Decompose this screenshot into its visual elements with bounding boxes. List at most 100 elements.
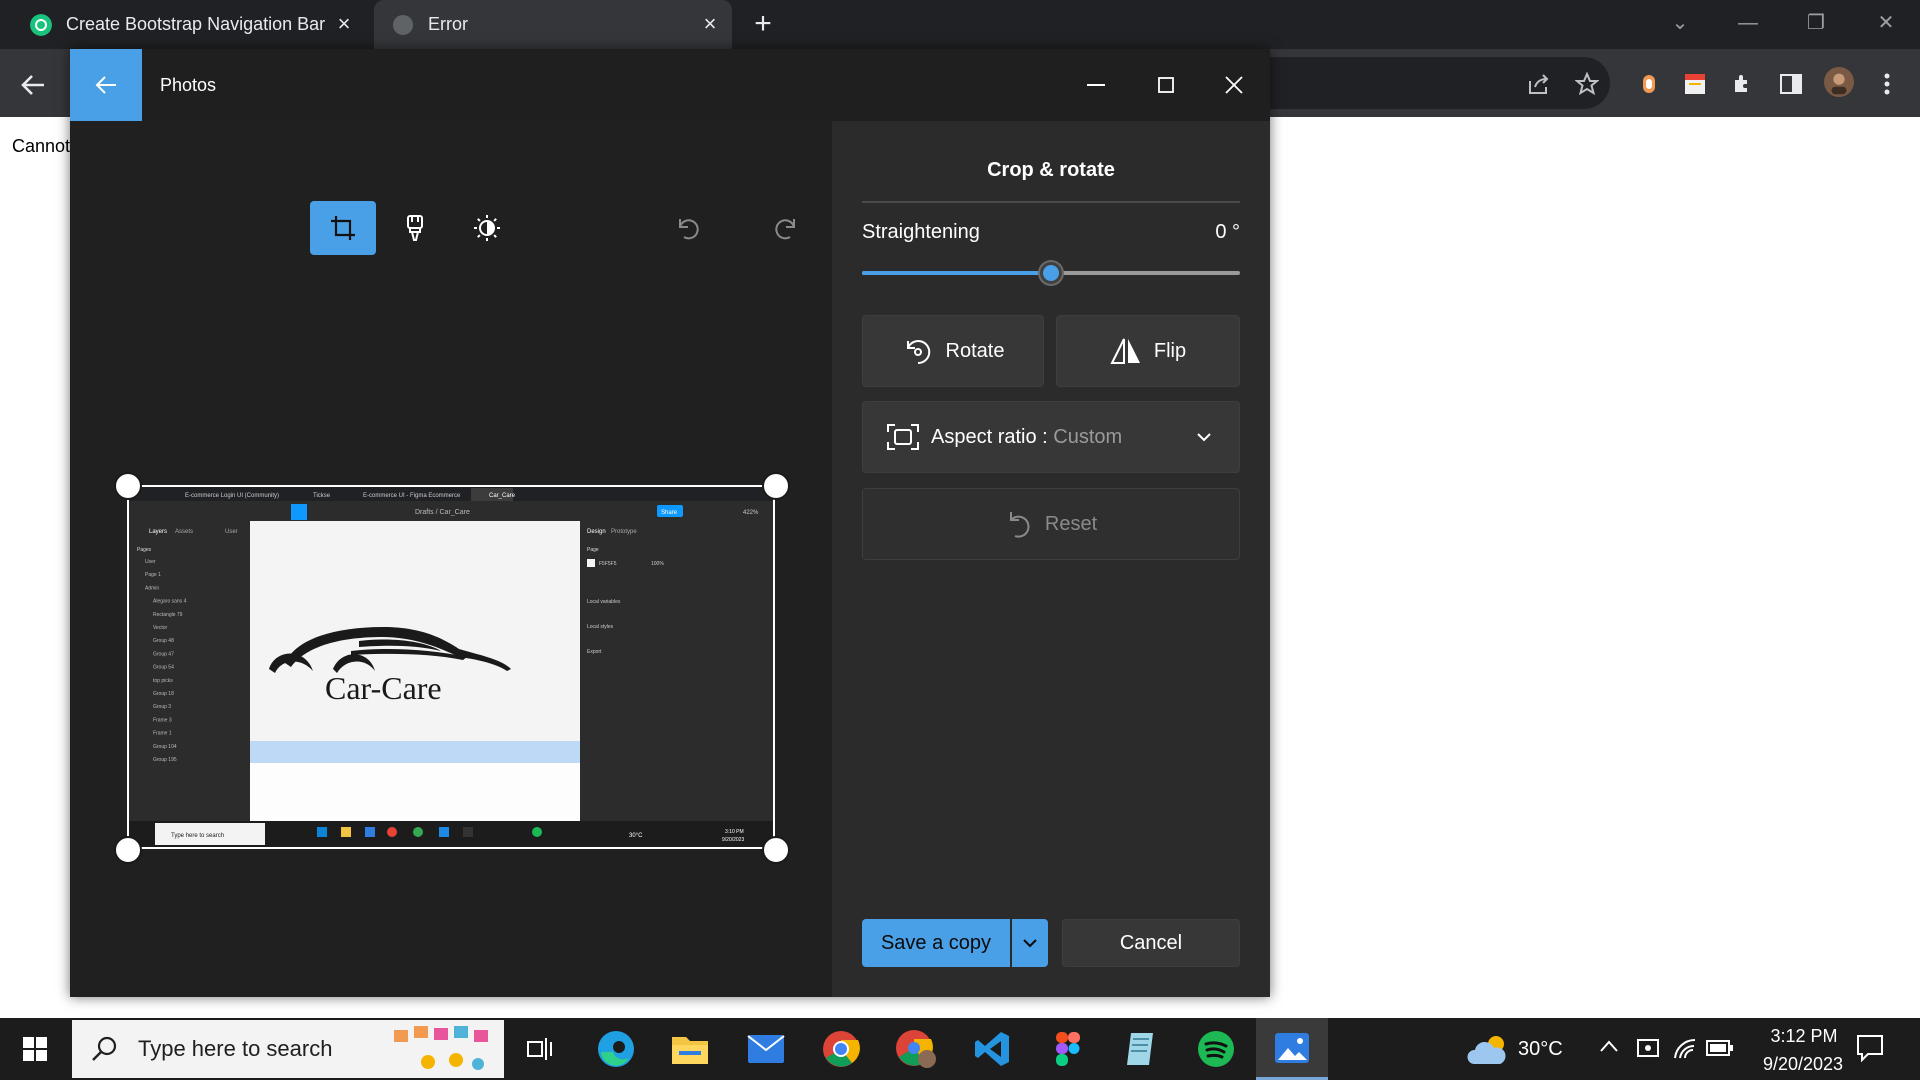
task-view-icon bbox=[527, 1038, 552, 1060]
undo-icon bbox=[679, 219, 699, 240]
close-window-icon[interactable]: ✕ bbox=[1866, 8, 1906, 38]
photos-app-title: Photos bbox=[160, 75, 217, 95]
meet-now-icon[interactable] bbox=[1636, 1036, 1662, 1060]
taskbar-date[interactable]: 9/20/2023 bbox=[1740, 1054, 1866, 1075]
photos-close-icon[interactable] bbox=[1214, 65, 1254, 105]
cancel-button[interactable]: Cancel bbox=[1062, 919, 1240, 967]
tab-search-icon[interactable]: ⌄ bbox=[1660, 8, 1700, 38]
preview-right-item-2: F5F5F5 bbox=[599, 561, 617, 567]
taskbar-mail[interactable] bbox=[730, 1018, 802, 1080]
preview-layer-item: Frame 3 bbox=[153, 717, 172, 723]
crop-handle-bottom-right[interactable] bbox=[762, 836, 790, 864]
rotate-icon bbox=[906, 340, 930, 365]
photos-minimize-icon[interactable] bbox=[1076, 65, 1116, 105]
aspect-ratio-dropdown[interactable]: Aspect ratio : Custom bbox=[862, 401, 1240, 473]
preview-left-tab-1: Layers bbox=[149, 529, 167, 535]
taskbar-edge[interactable] bbox=[580, 1018, 652, 1080]
crop-area[interactable]: E-commerce Login UI (Community) Tickse E… bbox=[127, 485, 775, 849]
reset-icon bbox=[1009, 512, 1030, 538]
browser-back-icon[interactable] bbox=[18, 70, 48, 100]
page-error-text: Cannot bbox=[12, 136, 71, 156]
flip-button[interactable]: Flip bbox=[1056, 315, 1240, 387]
bookmark-star-icon[interactable] bbox=[1572, 69, 1602, 99]
tab-create-bootstrap[interactable]: Create Bootstrap Navigation Bar × bbox=[0, 0, 366, 49]
chrome-profile-icon bbox=[896, 1030, 936, 1068]
photos-maximize-icon[interactable] bbox=[1146, 65, 1186, 105]
share-icon[interactable] bbox=[1524, 69, 1554, 99]
redo-button[interactable] bbox=[754, 201, 820, 255]
taskbar-spotify[interactable] bbox=[1180, 1018, 1252, 1080]
crop-tool-button[interactable] bbox=[310, 201, 376, 255]
crop-handle-top-right[interactable] bbox=[762, 472, 790, 500]
aspect-ratio-label: Aspect ratio : bbox=[931, 425, 1054, 448]
chevron-down-icon bbox=[1023, 938, 1037, 947]
taskbar-time[interactable]: 3:12 PM bbox=[1754, 1026, 1854, 1047]
folder-icon bbox=[672, 1037, 708, 1064]
photos-window: Photos E-commerce Login UI (Community) T… bbox=[70, 49, 1270, 997]
straightening-slider[interactable] bbox=[862, 262, 1240, 284]
straightening-value: 0 ° bbox=[1215, 221, 1240, 243]
close-tab-icon[interactable]: × bbox=[332, 12, 356, 36]
browser-tab-strip: Create Bootstrap Navigation Bar × Error … bbox=[0, 0, 1920, 49]
side-panel-icon[interactable] bbox=[1776, 69, 1806, 99]
preview-right-item-4: Local variables bbox=[587, 599, 621, 605]
restore-icon[interactable]: ❐ bbox=[1796, 8, 1836, 38]
taskbar-chrome[interactable] bbox=[805, 1018, 877, 1080]
preview-pages-label: Pages bbox=[137, 547, 152, 553]
preview-layer-item: User bbox=[145, 559, 156, 565]
preview-layer-item: Frame 1 bbox=[153, 731, 172, 737]
markup-tool-button[interactable] bbox=[382, 201, 448, 255]
preview-time: 3:10 PM bbox=[725, 829, 744, 835]
undo-button[interactable] bbox=[654, 201, 720, 255]
calendar-extension-icon[interactable] bbox=[1680, 69, 1710, 99]
taskbar-chrome-profile[interactable] bbox=[880, 1018, 952, 1080]
windows-taskbar: Type here to search 30°C 3:12 PM 9/20/20… bbox=[0, 1018, 1920, 1080]
notepad-icon bbox=[1127, 1033, 1153, 1065]
aspect-ratio-icon bbox=[887, 424, 919, 450]
edge-icon bbox=[598, 1031, 634, 1067]
crop-handle-top-left[interactable] bbox=[114, 472, 142, 500]
extension-icon[interactable] bbox=[1634, 69, 1664, 99]
wifi-icon[interactable] bbox=[1672, 1036, 1698, 1060]
search-placeholder: Type here to search bbox=[138, 1036, 333, 1061]
start-button[interactable] bbox=[0, 1018, 70, 1080]
tab-title: Error bbox=[428, 14, 468, 34]
puzzle-icon[interactable] bbox=[1728, 69, 1758, 99]
taskbar-figma[interactable] bbox=[1032, 1018, 1104, 1080]
task-view-button[interactable] bbox=[504, 1018, 576, 1080]
profile-avatar[interactable] bbox=[1824, 67, 1854, 97]
photos-back-button[interactable] bbox=[70, 49, 142, 121]
flip-icon bbox=[1110, 338, 1140, 364]
chatgpt-icon bbox=[30, 13, 52, 36]
globe-icon bbox=[393, 14, 413, 35]
notification-icon[interactable] bbox=[1856, 1034, 1884, 1062]
edit-canvas: E-commerce Login UI (Community) Tickse E… bbox=[70, 121, 832, 997]
taskbar-vscode[interactable] bbox=[956, 1018, 1028, 1080]
preview-zoom: 422% bbox=[743, 510, 759, 516]
preview-tab-1: E-commerce Login UI (Community) bbox=[185, 493, 279, 499]
taskbar-photos[interactable] bbox=[1256, 1018, 1328, 1080]
more-menu-icon[interactable] bbox=[1872, 69, 1902, 99]
battery-icon[interactable] bbox=[1706, 1038, 1734, 1058]
preview-tab-2: Tickse bbox=[313, 493, 331, 499]
close-tab-icon[interactable]: × bbox=[698, 12, 722, 36]
reset-button[interactable]: Reset bbox=[862, 488, 1240, 560]
taskbar-notepad[interactable] bbox=[1106, 1018, 1178, 1080]
weather-cloud-icon[interactable] bbox=[1466, 1032, 1510, 1066]
chevron-up-icon[interactable] bbox=[1600, 1040, 1618, 1052]
tab-error[interactable]: Error × bbox=[374, 0, 732, 49]
adjust-tool-button[interactable] bbox=[454, 201, 520, 255]
crop-handle-bottom-left[interactable] bbox=[114, 836, 142, 864]
taskbar-file-explorer[interactable] bbox=[654, 1018, 726, 1080]
taskbar-search-input[interactable]: Type here to search bbox=[72, 1020, 504, 1078]
weather-temperature[interactable]: 30°C bbox=[1518, 1038, 1563, 1061]
save-options-button[interactable] bbox=[1012, 919, 1048, 967]
new-tab-button[interactable]: + bbox=[748, 9, 778, 40]
slider-thumb[interactable] bbox=[1040, 262, 1062, 284]
save-copy-button[interactable]: Save a copy bbox=[862, 919, 1010, 967]
rotate-button[interactable]: Rotate bbox=[862, 315, 1044, 387]
preview-layer-item: Page 1 bbox=[145, 572, 161, 578]
rotate-label: Rotate bbox=[945, 339, 1005, 362]
preview-left-tab-2: Assets bbox=[175, 529, 193, 535]
minimize-icon[interactable]: — bbox=[1728, 8, 1768, 38]
